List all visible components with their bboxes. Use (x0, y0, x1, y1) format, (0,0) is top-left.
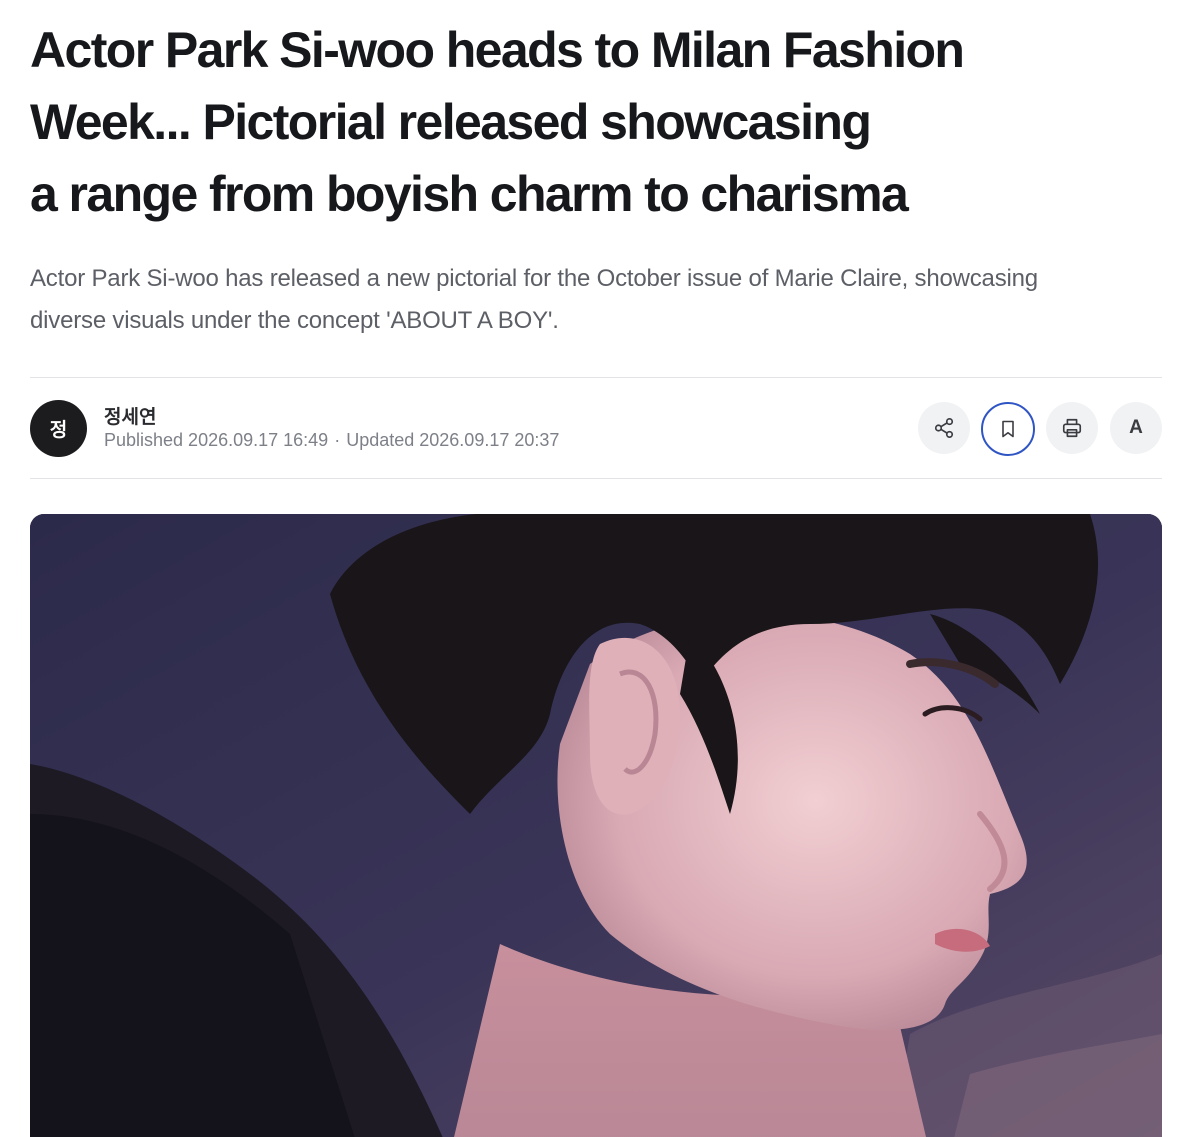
author-avatar[interactable]: 정 (30, 400, 87, 457)
headline-line: Week... Pictorial released showcasing (30, 94, 872, 150)
article-photo[interactable] (30, 514, 1162, 1137)
font-size-label: A (1129, 417, 1143, 438)
share-icon (934, 418, 954, 438)
print-icon (1062, 418, 1082, 438)
avatar-initial: 정 (49, 419, 68, 441)
summary-line: diverse visuals under the concept 'ABOUT… (30, 307, 559, 334)
headline-line: a range from boyish charm to charisma (30, 166, 909, 222)
updated-date: Updated 2026.09.17 20:37 (346, 430, 560, 450)
headline-line: Actor Park Si-woo heads to Milan Fashion (30, 22, 965, 78)
meta-separator: · (334, 430, 341, 450)
font-size-button[interactable]: A (1110, 402, 1162, 454)
article-meta: Published 2026.09.17 16:49 · Updated 2026.… (104, 430, 559, 451)
bookmark-button[interactable] (981, 402, 1035, 456)
article-page: Actor Park Si-woo heads to Milan Fashion… (0, 0, 1199, 1137)
portrait-illustration (30, 514, 1162, 1137)
share-button[interactable] (918, 402, 970, 454)
article-headline: Actor Park Si-woo heads to Milan Fashion… (30, 14, 1030, 230)
divider (30, 377, 1162, 378)
author-name[interactable]: 정세연 (104, 402, 156, 429)
article-summary: Actor Park Si-woo has released a new pic… (30, 258, 1170, 342)
summary-line: Actor Park Si-woo has released a new pic… (30, 265, 1038, 292)
article-actions: A (918, 402, 1162, 456)
divider (30, 478, 1162, 479)
print-button[interactable] (1046, 402, 1098, 454)
bookmark-icon (1002, 420, 1014, 438)
published-date: Published 2026.09.17 16:49 (104, 430, 329, 450)
